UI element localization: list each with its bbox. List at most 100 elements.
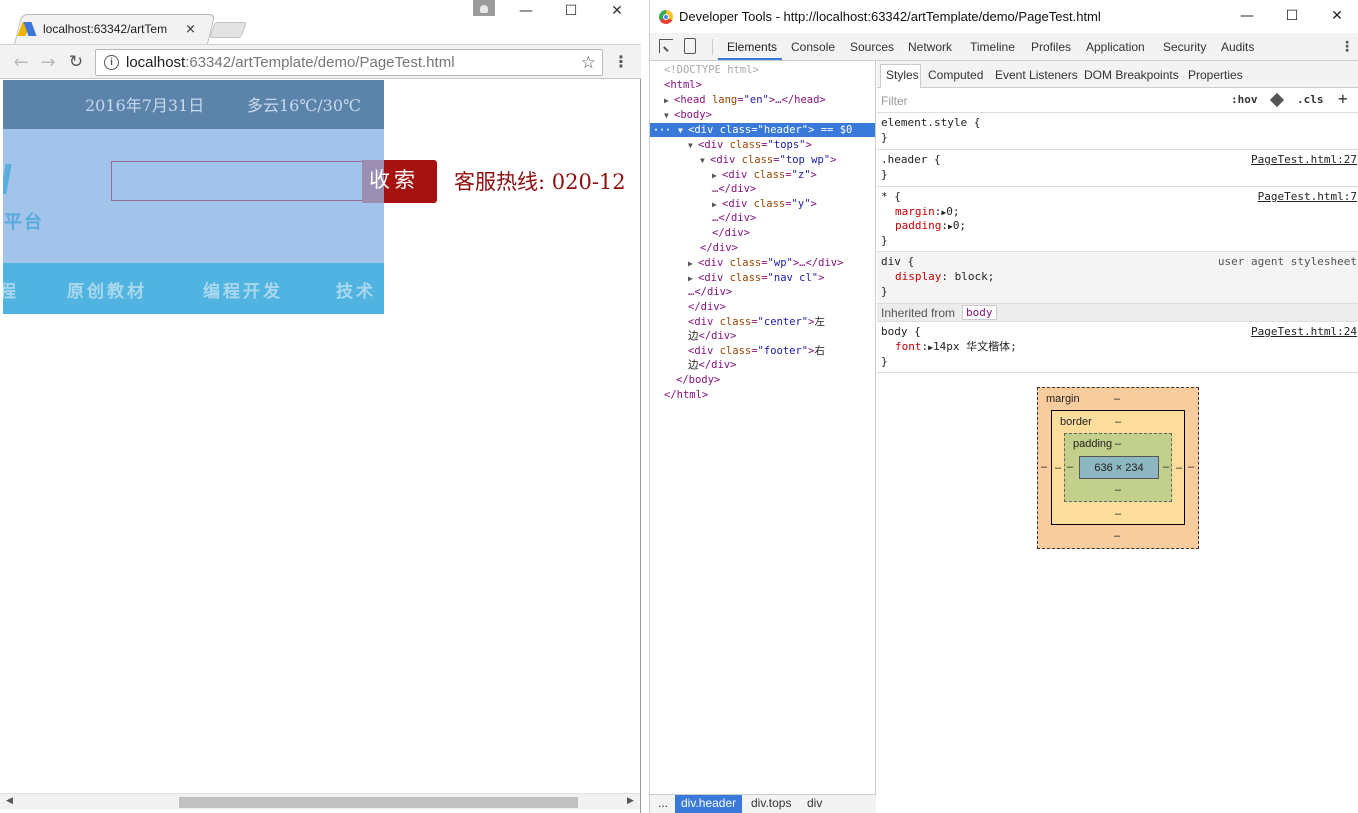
device-toolbar-icon[interactable] — [684, 38, 696, 54]
dom-topwp-close[interactable]: </div> — [712, 226, 750, 240]
margin-top-value[interactable]: – — [1114, 393, 1120, 405]
rule-property-margin[interactable]: margin:▶0; — [895, 205, 959, 219]
border-bottom-value[interactable]: – — [1115, 508, 1121, 520]
box-model-border[interactable]: border – – – – padding – – – – 636 × 234 — [1051, 410, 1185, 525]
dom-footer[interactable]: <div class="footer">右 — [688, 344, 825, 358]
row-ellipsis-icon[interactable]: ··· — [653, 125, 671, 136]
collapse-arrow-icon[interactable]: ▼ — [700, 154, 710, 168]
browser-tab-content[interactable]: localhost:63342/artTem × — [17, 14, 204, 44]
filter-input[interactable]: Filter — [881, 94, 908, 108]
menu-dots-icon[interactable]: ⋮ — [612, 53, 630, 73]
dom-z[interactable]: ▶ <div class="z"> — [712, 168, 817, 182]
tab-console[interactable]: Console — [791, 40, 835, 54]
dom-html-close[interactable]: </html> — [664, 388, 708, 402]
nav-item-original-textbook[interactable]: 原创教材 — [67, 277, 147, 302]
back-arrow-icon[interactable]: ← — [10, 51, 32, 73]
inspect-element-icon[interactable] — [659, 39, 673, 53]
tab-styles[interactable]: Styles — [886, 68, 919, 82]
hover-state-toggle[interactable]: :hov — [1231, 93, 1258, 106]
collapse-arrow-icon[interactable]: ▼ — [688, 139, 698, 153]
horizontal-scrollbar[interactable]: ◀ ▶ — [0, 793, 640, 810]
nav-item-programming[interactable]: 编程开发 — [203, 277, 283, 302]
dom-top-wp[interactable]: ▼ <div class="top wp"> — [700, 153, 836, 167]
user-profile-icon[interactable] — [473, 0, 495, 16]
close-button[interactable]: ✕ — [594, 0, 640, 22]
dom-y[interactable]: ▶ <div class="y"> — [712, 197, 817, 211]
expand-arrow-icon[interactable]: ▶ — [712, 169, 722, 183]
color-format-icon[interactable] — [1269, 92, 1285, 108]
tab-timeline[interactable]: Timeline — [970, 40, 1015, 54]
expand-arrow-icon[interactable]: ▶ — [664, 94, 674, 108]
search-button-label[interactable]: 收索 — [369, 164, 419, 194]
dom-footer-close[interactable]: 边</div> — [688, 358, 736, 372]
tab-profiles[interactable]: Profiles — [1031, 40, 1071, 54]
dom-wp[interactable]: ▶ <div class="wp">…</div> — [688, 256, 843, 270]
border-left-value[interactable]: – — [1055, 462, 1061, 474]
dom-body[interactable]: ▼ <body> — [664, 108, 712, 122]
breadcrumb-ellipsis[interactable]: ... — [652, 795, 674, 813]
dom-body-close[interactable]: </body> — [676, 373, 720, 387]
dom-z-close[interactable]: …</div> — [712, 182, 756, 196]
breadcrumb-div-tops[interactable]: div.tops — [745, 795, 797, 813]
margin-left-value[interactable]: – — [1041, 461, 1047, 473]
dom-center[interactable]: <div class="center">左 — [688, 315, 825, 329]
tab-dom-breakpoints[interactable]: DOM Breakpoints — [1084, 68, 1179, 82]
tab-event-listeners[interactable]: Event Listeners — [995, 68, 1078, 82]
dom-tops-close[interactable]: </div> — [700, 241, 738, 255]
new-rule-icon[interactable]: + — [1338, 89, 1348, 108]
address-url[interactable]: localhost:63342/artTemplate/demo/PageTes… — [126, 54, 581, 71]
collapse-arrow-icon[interactable]: ▼ — [678, 124, 688, 138]
border-right-value[interactable]: – — [1176, 462, 1182, 474]
tab-computed[interactable]: Computed — [928, 68, 983, 82]
rule-selector[interactable]: * { — [881, 190, 901, 204]
dom-html[interactable]: <html> — [664, 78, 702, 92]
tab-application[interactable]: Application — [1086, 40, 1145, 54]
scroll-right-icon[interactable]: ▶ — [627, 796, 634, 806]
breadcrumb-div[interactable]: div — [801, 795, 828, 813]
tab-security[interactable]: Security — [1163, 40, 1206, 54]
rule-property-font[interactable]: font:▶14px 华文楷体; — [895, 340, 1017, 354]
expand-arrow-icon[interactable]: ▶ — [712, 198, 722, 212]
devtools-minimize-button[interactable]: — — [1232, 5, 1262, 27]
border-top-value[interactable]: – — [1115, 416, 1121, 428]
new-tab-button[interactable] — [209, 22, 247, 38]
minimize-button[interactable]: — — [503, 0, 549, 22]
dom-header-selected[interactable]: ▼ <div class="header"> == $0 — [650, 123, 875, 138]
collapse-arrow-icon[interactable]: ▼ — [664, 109, 674, 123]
rule-property-padding[interactable]: padding:▶0; — [895, 219, 966, 233]
box-model-padding[interactable]: padding – – – – 636 × 234 — [1064, 433, 1172, 502]
margin-bottom-value[interactable]: – — [1114, 530, 1120, 542]
search-input[interactable] — [111, 161, 367, 201]
expand-arrow-icon[interactable]: ▶ — [688, 272, 698, 286]
rule-source-link[interactable]: PageTest.html:7 — [1258, 190, 1357, 204]
more-options-icon[interactable]: ⋮ — [1340, 39, 1354, 55]
rule-source-link[interactable]: PageTest.html:24 — [1251, 325, 1357, 339]
rule-source-link[interactable]: PageTest.html:27 — [1251, 153, 1357, 167]
scroll-left-icon[interactable]: ◀ — [6, 796, 13, 806]
rule-selector[interactable]: .header { — [881, 153, 941, 167]
padding-left-value[interactable]: – — [1067, 461, 1073, 473]
margin-right-value[interactable]: – — [1188, 461, 1194, 473]
reload-icon[interactable]: ↻ — [65, 51, 87, 73]
forward-arrow-icon[interactable]: → — [37, 51, 59, 73]
tab-close-icon[interactable]: × — [185, 22, 196, 37]
nav-item-0[interactable]: 程 — [3, 277, 19, 302]
tab-sources[interactable]: Sources — [850, 40, 894, 54]
rule-selector[interactable]: element.style { — [881, 116, 980, 130]
devtools-maximize-button[interactable]: ☐ — [1277, 5, 1307, 27]
tab-elements[interactable]: Elements — [727, 40, 777, 54]
dom-tops[interactable]: ▼ <div class="tops"> — [688, 138, 812, 152]
dom-doctype[interactable]: <!DOCTYPE html> — [664, 63, 759, 77]
box-model-margin[interactable]: margin – – – – border – – – – padding – … — [1037, 387, 1199, 549]
dom-header-close[interactable]: </div> — [688, 300, 726, 314]
dom-navcl-close[interactable]: …</div> — [688, 285, 732, 299]
dom-center-close[interactable]: 边</div> — [688, 329, 736, 343]
expand-arrow-icon[interactable]: ▶ — [688, 257, 698, 271]
dom-y-close[interactable]: …</div> — [712, 211, 756, 225]
tab-properties[interactable]: Properties — [1188, 68, 1243, 82]
address-bar[interactable]: i localhost:63342/artTemplate/demo/PageT… — [95, 49, 603, 76]
breadcrumb-div-header[interactable]: div.header — [675, 795, 743, 813]
tab-audits[interactable]: Audits — [1221, 40, 1254, 54]
padding-bottom-value[interactable]: – — [1115, 484, 1121, 496]
star-icon[interactable]: ☆ — [581, 53, 596, 73]
